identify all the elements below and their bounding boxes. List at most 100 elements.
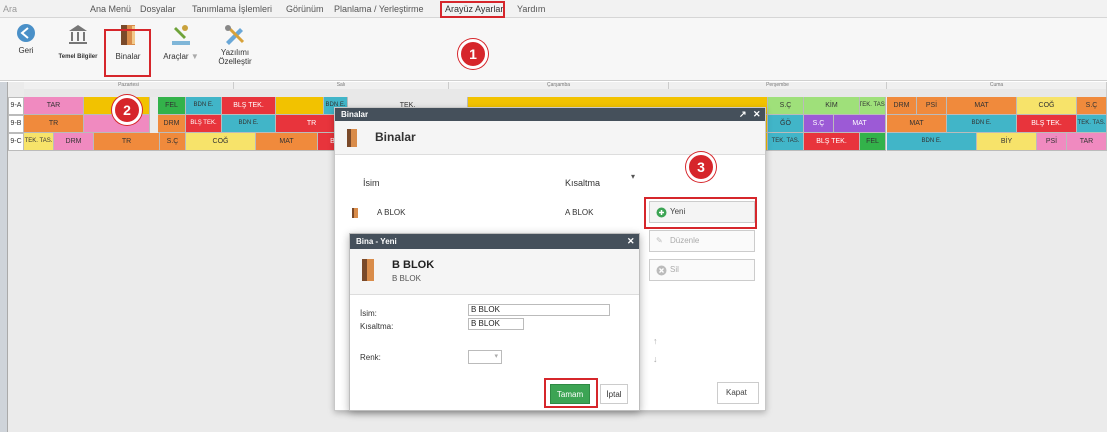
tools-button[interactable]: Araçlar ▼ bbox=[158, 23, 204, 61]
lesson-cell[interactable]: TR bbox=[94, 133, 160, 151]
lesson-cell[interactable]: PSİ bbox=[1037, 133, 1067, 151]
column-header-name[interactable]: İsim bbox=[363, 178, 380, 188]
lesson-cell[interactable]: BDN E. bbox=[186, 97, 222, 115]
name-input[interactable]: B BLOK bbox=[468, 304, 610, 316]
highlight-binalar bbox=[104, 29, 151, 77]
new-building-header: B BLOK B BLOK bbox=[350, 249, 639, 295]
name-label: İsim: bbox=[360, 309, 377, 318]
column-header-short[interactable]: Kısaltma bbox=[565, 178, 600, 188]
lesson-cell[interactable]: S.Ç bbox=[1077, 97, 1107, 115]
callout-1: 1 bbox=[458, 39, 488, 69]
new-building-titlebar: Bina - Yeni bbox=[350, 234, 639, 249]
delete-circle-icon bbox=[656, 265, 667, 276]
ribbon: Geri Temel Bilgiler Binalar Araçlar ▼ Ya… bbox=[0, 18, 1107, 81]
tools-label: Araçlar bbox=[163, 52, 189, 61]
lesson-cell[interactable]: ĞÖ bbox=[768, 115, 804, 133]
lesson-cell[interactable]: DRM bbox=[54, 133, 94, 151]
institution-icon bbox=[69, 25, 87, 44]
highlight-new-button bbox=[644, 197, 757, 229]
lesson-cell[interactable]: TEK. TAS. bbox=[860, 97, 886, 115]
lesson-cell[interactable]: KİM bbox=[804, 97, 860, 115]
customize-software-button[interactable]: Yazılımı Özelleştir bbox=[212, 23, 258, 66]
menu-gorunum[interactable]: Görünüm bbox=[286, 4, 324, 14]
color-label: Renk: bbox=[360, 353, 381, 362]
close-icon[interactable]: ✕ bbox=[627, 235, 635, 248]
menu-planlama[interactable]: Planlama / Yerleştirme bbox=[334, 4, 424, 14]
lesson-cell[interactable]: TEK. TAS. bbox=[768, 133, 804, 151]
lesson-cell[interactable]: S.Ç bbox=[804, 115, 834, 133]
menu-ana-menu[interactable]: Ana Menü bbox=[90, 4, 131, 14]
search-field[interactable]: Ara bbox=[3, 4, 17, 14]
building-book-icon bbox=[347, 129, 357, 147]
delete-button-label: Sil bbox=[670, 265, 679, 274]
move-up-icon[interactable]: ↑ bbox=[653, 336, 658, 346]
chevron-down-icon: ▾ bbox=[494, 353, 498, 360]
lesson-cell[interactable]: MAT bbox=[834, 115, 886, 133]
left-panel-strip[interactable] bbox=[0, 82, 8, 432]
close-button[interactable]: Kapat bbox=[717, 382, 759, 404]
day-header-2: Salı bbox=[234, 82, 449, 89]
lesson-cell[interactable]: BDN E. bbox=[887, 133, 977, 151]
close-icon[interactable]: ✕ bbox=[753, 108, 761, 121]
lesson-cell[interactable]: COĞ bbox=[186, 133, 256, 151]
class-label: 9-A bbox=[8, 97, 24, 115]
lesson-cell[interactable]: TAR bbox=[1067, 133, 1107, 151]
lesson-cell[interactable]: FEL bbox=[158, 97, 186, 115]
customize-label-2: Özelleştir bbox=[218, 57, 252, 66]
short-input[interactable]: B BLOK bbox=[468, 318, 524, 330]
edit-button[interactable]: ✎ Düzenle bbox=[649, 230, 755, 252]
lesson-cell[interactable]: MAT bbox=[947, 97, 1017, 115]
callout-3: 3 bbox=[686, 152, 716, 182]
lesson-cell[interactable] bbox=[276, 97, 324, 115]
cancel-button[interactable]: İptal bbox=[600, 384, 628, 404]
customize-label-1: Yazılımı bbox=[220, 48, 250, 57]
lesson-cell[interactable]: TAR bbox=[24, 97, 84, 115]
expand-icon[interactable]: ↗ bbox=[739, 108, 747, 121]
day-header-3: Çarşamba bbox=[449, 82, 669, 89]
menu-tanimlama[interactable]: Tanımlama İşlemleri bbox=[192, 4, 272, 14]
menu-bar: Ara Ana Menü Dosyalar Tanımlama İşlemler… bbox=[0, 0, 1107, 18]
lesson-cell[interactable]: TEK. TAS. bbox=[24, 133, 54, 151]
lesson-cell[interactable]: BLŞ TEK. bbox=[1017, 115, 1077, 133]
class-label: 9-B bbox=[8, 115, 24, 133]
lesson-cell[interactable]: COĞ bbox=[1017, 97, 1077, 115]
building-book-icon bbox=[362, 259, 374, 281]
lesson-cell[interactable]: DRM bbox=[887, 97, 917, 115]
lesson-cell[interactable]: BLŞ TEK. bbox=[222, 97, 276, 115]
lesson-cell[interactable]: BLŞ TEK. bbox=[804, 133, 860, 151]
lesson-cell[interactable]: BİY bbox=[977, 133, 1037, 151]
period-header bbox=[24, 89, 1107, 97]
lesson-cell[interactable]: BDN E. bbox=[222, 115, 276, 133]
lesson-cell[interactable]: S.Ç bbox=[160, 133, 186, 151]
basic-info-label: Temel Bilgiler bbox=[58, 54, 98, 60]
lesson-cell[interactable]: PSİ bbox=[917, 97, 947, 115]
lesson-cell[interactable]: BDN E. bbox=[947, 115, 1017, 133]
lesson-cell[interactable]: DRM bbox=[158, 115, 186, 133]
menu-dosyalar[interactable]: Dosyalar bbox=[140, 4, 176, 14]
lesson-cell[interactable]: MAT bbox=[256, 133, 318, 151]
buildings-dialog-heading: Binalar bbox=[375, 130, 416, 144]
customize-icon bbox=[225, 25, 245, 45]
lesson-cell[interactable]: TR bbox=[24, 115, 84, 133]
new-building-name: B BLOK bbox=[392, 259, 435, 271]
short-label: Kısaltma: bbox=[360, 322, 394, 331]
building-name: A BLOK bbox=[377, 208, 406, 217]
lesson-cell[interactable]: MAT bbox=[887, 115, 947, 133]
lesson-cell[interactable]: BLŞ TEK. bbox=[186, 115, 222, 133]
lesson-cell[interactable]: FEL bbox=[860, 133, 886, 151]
pencil-icon: ✎ bbox=[656, 236, 663, 245]
lesson-cell[interactable]: TEK. TAS. bbox=[1077, 115, 1107, 133]
menu-yardim[interactable]: Yardım bbox=[517, 4, 545, 14]
delete-button[interactable]: Sil bbox=[649, 259, 755, 281]
day-header-4: Perşembe bbox=[669, 82, 887, 89]
basic-info-button[interactable]: Temel Bilgiler bbox=[56, 23, 100, 60]
back-arrow-icon bbox=[17, 24, 35, 42]
sort-dropdown-icon[interactable]: ▾ bbox=[631, 172, 635, 181]
back-button[interactable]: Geri bbox=[12, 23, 40, 55]
buildings-dialog-titlebar: Binalar bbox=[335, 108, 765, 121]
lesson-cell[interactable]: S.Ç bbox=[768, 97, 804, 115]
color-select[interactable]: ▾ bbox=[468, 350, 502, 364]
building-row[interactable]: A BLOK A BLOK bbox=[339, 204, 639, 222]
move-down-icon[interactable]: ↓ bbox=[653, 354, 658, 364]
callout-2: 2 bbox=[112, 95, 142, 125]
